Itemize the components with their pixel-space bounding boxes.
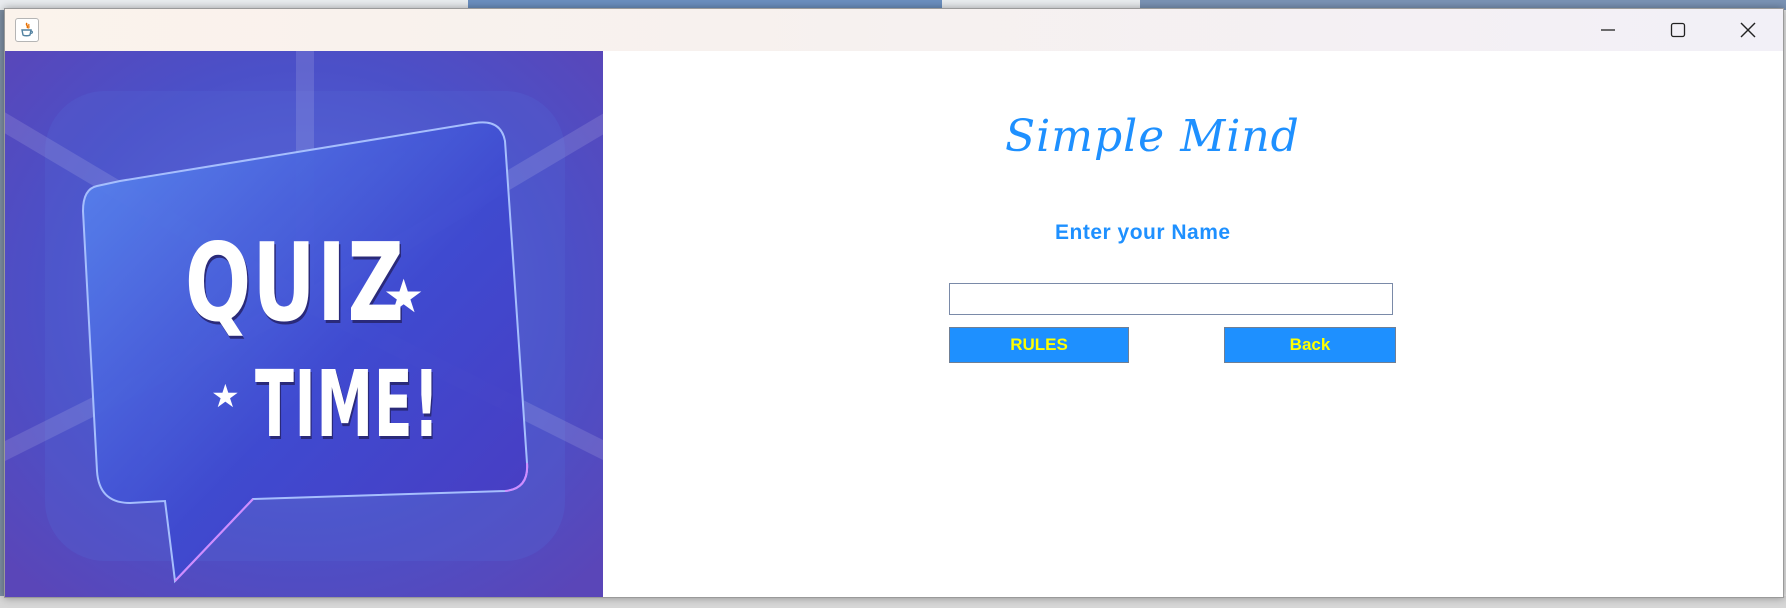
minimize-button[interactable] — [1573, 9, 1643, 51]
quiz-time-image: QUIZ TIME! ★ ★ — [5, 51, 603, 597]
quiz-window: QUIZ TIME! ★ ★ Simple Mind Enter your Na… — [4, 8, 1784, 598]
close-button[interactable] — [1713, 9, 1783, 51]
rules-button[interactable]: RULES — [949, 327, 1129, 363]
maximize-button[interactable] — [1643, 9, 1713, 51]
maximize-icon — [1670, 22, 1686, 38]
java-app-icon[interactable] — [15, 18, 39, 42]
title-bar[interactable] — [5, 9, 1783, 51]
content-area: QUIZ TIME! ★ ★ Simple Mind Enter your Na… — [5, 51, 1783, 597]
app-title: Simple Mind — [1005, 111, 1300, 162]
back-button[interactable]: Back — [1224, 327, 1396, 363]
minimize-icon — [1601, 29, 1615, 31]
star-icon: ★ — [211, 377, 240, 415]
star-icon: ★ — [383, 269, 425, 323]
close-icon — [1740, 22, 1756, 38]
quiz-word: QUIZ — [185, 221, 406, 346]
time-word: TIME! — [255, 351, 440, 458]
name-input[interactable] — [949, 283, 1393, 315]
name-prompt-label: Enter your Name — [1055, 221, 1231, 244]
